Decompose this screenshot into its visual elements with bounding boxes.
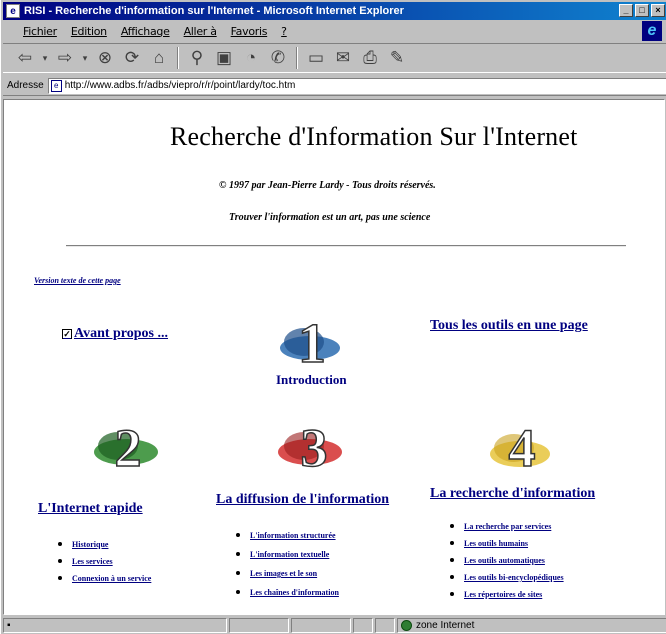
list-item[interactable]: Les services xyxy=(58,555,151,572)
window-title: RISI - Recherche d'information sur l'Int… xyxy=(24,5,404,17)
page-status-icon: ▪ xyxy=(7,620,11,631)
list-item[interactable]: Les images et le son xyxy=(236,567,339,586)
title-bar[interactable]: e RISI - Recherche d'information sur l'I… xyxy=(3,2,666,20)
ie-logo-icon: e xyxy=(642,21,662,41)
home-icon[interactable]: ⌂ xyxy=(147,46,171,70)
text-version-link[interactable]: Version texte de cette page xyxy=(34,276,121,285)
introduction-link[interactable]: Introduction xyxy=(276,372,347,388)
number-2-glyph: 2 xyxy=(115,418,142,476)
list-item[interactable]: Historique xyxy=(58,538,151,555)
list-item[interactable]: La recherche par services xyxy=(450,520,564,537)
search-icon[interactable]: ⚲ xyxy=(185,46,209,70)
all-tools-link[interactable]: Tous les outils en une page xyxy=(430,318,588,334)
list-item[interactable]: Les outils humains xyxy=(450,537,564,554)
back-arrow-icon[interactable]: ⇦ xyxy=(13,46,37,70)
address-url: http://www.adbs.fr/adbs/viepro/r/r/point… xyxy=(64,80,296,91)
number-3-icon[interactable]: 3 xyxy=(274,410,352,476)
avant-propos-label: Avant propos ... xyxy=(74,326,169,341)
menu-edition[interactable]: Edition xyxy=(71,25,107,38)
menu-aller-a[interactable]: Aller à xyxy=(184,25,217,38)
menu-help[interactable]: ? xyxy=(281,25,287,38)
number-1-icon[interactable]: 1 xyxy=(274,304,352,370)
address-label: Adresse xyxy=(7,80,44,91)
number-4-glyph: 4 xyxy=(509,418,536,476)
motto-text: Trouver l'information est un art, pas un… xyxy=(229,212,431,223)
checkbox-icon: ✓ xyxy=(62,329,72,339)
status-panel xyxy=(291,618,351,633)
minimize-button[interactable]: _ xyxy=(619,4,633,17)
list-item[interactable]: Les chaînes d'information xyxy=(236,586,339,605)
history-icon[interactable]: ◔ xyxy=(239,46,263,70)
stop-icon[interactable]: ⊗ xyxy=(93,46,117,70)
maximize-button[interactable]: □ xyxy=(635,4,649,17)
favorites-icon[interactable]: ▣ xyxy=(212,46,236,70)
print-icon[interactable]: ⎙ xyxy=(358,46,382,70)
status-main: ▪ xyxy=(3,618,227,633)
channels-icon[interactable]: ✆ xyxy=(266,46,290,70)
status-panel xyxy=(375,618,395,633)
address-bar: Adresse e http://www.adbs.fr/adbs/viepro… xyxy=(3,76,666,96)
section-recherche-link[interactable]: La recherche d'information xyxy=(430,486,595,502)
close-button[interactable]: × xyxy=(651,4,665,17)
forward-dropdown-icon[interactable]: ▾ xyxy=(80,46,90,70)
globe-icon xyxy=(401,620,412,631)
number-4-icon[interactable]: 4 xyxy=(482,410,560,476)
copyright-text: © 1997 par Jean-Pierre Lardy - Tous droi… xyxy=(219,180,436,191)
mail-icon[interactable]: ✉ xyxy=(331,46,355,70)
list-item[interactable]: L'information textuelle xyxy=(236,548,339,567)
avant-propos-link[interactable]: ✓ Avant propos ... xyxy=(62,326,168,342)
menu-favoris[interactable]: Favoris xyxy=(231,25,268,38)
menu-affichage[interactable]: Affichage xyxy=(121,25,170,38)
section-internet-rapide-link[interactable]: L'Internet rapide xyxy=(38,501,143,517)
internet-rapide-list: Historique Les services Connexion à un s… xyxy=(58,538,151,589)
menu-fichier[interactable]: Fichier xyxy=(23,25,57,38)
horizontal-rule xyxy=(66,245,626,247)
security-zone: zone Internet xyxy=(397,618,666,633)
diffusion-list: L'information structurée L'information t… xyxy=(236,529,339,605)
forward-arrow-icon[interactable]: ⇨ xyxy=(53,46,77,70)
number-1-glyph: 1 xyxy=(298,313,326,370)
ie-app-icon[interactable]: e xyxy=(6,4,20,18)
window-controls: _ □ × xyxy=(619,4,665,17)
toolbar-separator xyxy=(296,47,298,69)
toolbar-separator xyxy=(177,47,179,69)
edit-icon[interactable]: ✎ xyxy=(385,46,409,70)
list-item[interactable]: Connexion à un service xyxy=(58,572,151,589)
section-diffusion-link[interactable]: La diffusion de l'information xyxy=(216,492,389,508)
number-3-glyph: 3 xyxy=(301,418,328,476)
fullscreen-icon[interactable]: ▭ xyxy=(304,46,328,70)
zone-label: zone Internet xyxy=(416,620,475,631)
status-panel xyxy=(229,618,289,633)
page-title: Recherche d'Information Sur l'Internet xyxy=(170,122,578,151)
list-item[interactable]: L'information structurée xyxy=(236,529,339,548)
page-icon: e xyxy=(50,79,62,92)
address-input[interactable]: e http://www.adbs.fr/adbs/viepro/r/r/poi… xyxy=(47,77,666,94)
recherche-list: La recherche par services Les outils hum… xyxy=(450,520,564,605)
status-panel xyxy=(353,618,373,633)
back-dropdown-icon[interactable]: ▾ xyxy=(40,46,50,70)
browser-window: e RISI - Recherche d'information sur l'I… xyxy=(0,0,666,634)
list-item[interactable]: Les outils bi-encyclopédiques xyxy=(450,571,564,588)
list-item[interactable]: Les outils automatiques xyxy=(450,554,564,571)
menu-bar: Fichier Edition Affichage Aller à Favori… xyxy=(3,22,666,40)
refresh-icon[interactable]: ⟳ xyxy=(120,46,144,70)
number-2-icon[interactable]: 2 xyxy=(88,410,166,476)
toolbar: ⇦ ▾ ⇨ ▾ ⊗ ⟳ ⌂ ⚲ ▣ ◔ ✆ ▭ ✉ ⎙ ✎ xyxy=(3,43,666,73)
page-content: Recherche d'Information Sur l'Internet ©… xyxy=(3,99,665,615)
status-bar: ▪ zone Internet xyxy=(3,617,666,634)
list-item[interactable]: Les répertoires de sites xyxy=(450,588,564,605)
